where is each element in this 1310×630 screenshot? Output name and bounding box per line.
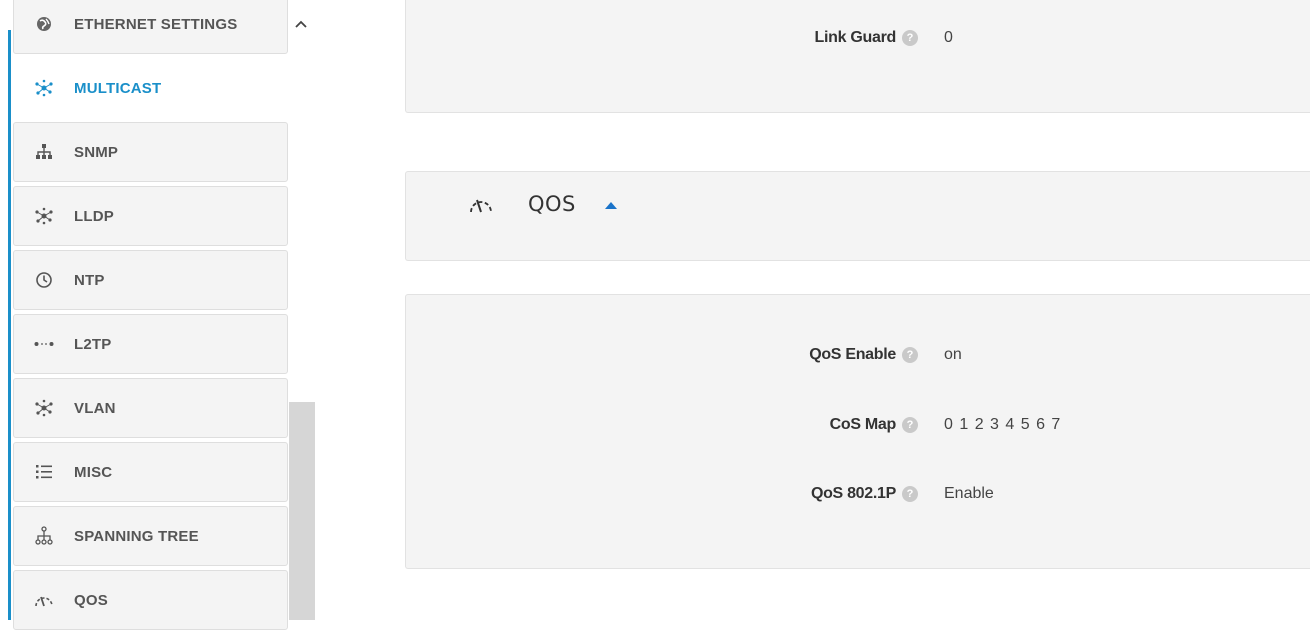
link-guard-row: Link Guard ? 0 — [406, 23, 1310, 53]
help-icon[interactable]: ? — [902, 347, 918, 363]
globe-icon — [14, 15, 74, 33]
sidebar-item-qos[interactable]: QOS — [13, 570, 288, 630]
sidebar-item-ethernet-settings[interactable]: ETHERNET SETTINGS — [13, 0, 288, 54]
qos-section-title: QOS — [528, 192, 576, 216]
sidebar-item-label: ETHERNET SETTINGS — [74, 15, 238, 33]
sidebar-item-label: L2TP — [74, 335, 112, 353]
qos-8021p-value: Enable — [944, 485, 994, 502]
sidebar-item-label: QOS — [74, 591, 108, 609]
list-icon — [14, 464, 74, 480]
qos-8021p-label: QoS 802.1P — [810, 485, 896, 502]
sidebar-item-label: NTP — [74, 271, 105, 289]
sidebar-item-label: LLDP — [74, 207, 114, 225]
sidebar-item-label: SNMP — [74, 143, 119, 161]
sidebar-item-spanning-tree[interactable]: SPANNING TREE — [13, 506, 288, 566]
help-icon[interactable]: ? — [902, 30, 918, 46]
sidebar-item-snmp[interactable]: SNMP — [13, 122, 288, 182]
sidebar-item-label: SPANNING TREE — [74, 527, 199, 545]
chevron-up-icon — [295, 15, 307, 33]
cos-map-value: 0 1 2 3 4 5 6 7 — [944, 416, 1062, 433]
qos-enable-value: on — [944, 346, 962, 363]
cos-map-label: CoS Map — [829, 416, 897, 433]
sidebar-item-label: MISC — [74, 463, 113, 481]
sitemap-icon — [14, 143, 74, 161]
gauge-icon — [468, 196, 494, 219]
qos-section-header[interactable]: QOS — [405, 171, 1310, 261]
help-icon[interactable]: ? — [902, 486, 918, 502]
link-guard-label: Link Guard — [814, 29, 897, 46]
network-hub-icon — [14, 79, 74, 97]
sidebar-item-label: MULTICAST — [74, 79, 162, 97]
cos-map-row: CoS Map ? 0 1 2 3 4 5 6 7 — [406, 410, 1310, 440]
sidebar-item-label: VLAN — [74, 399, 116, 417]
qos-enable-row: QoS Enable ? on — [406, 340, 1310, 370]
collapse-button[interactable] — [290, 10, 312, 38]
sidebar-item-misc[interactable]: MISC — [13, 442, 288, 502]
help-icon[interactable]: ? — [902, 417, 918, 433]
multicast-panel: Link Guard ? 0 — [405, 0, 1310, 113]
qos-8021p-row: QoS 802.1P ? Enable — [406, 479, 1310, 509]
network-hub-icon — [14, 207, 74, 225]
sidebar-accent-bar — [8, 30, 11, 620]
sidebar-item-ntp[interactable]: NTP — [13, 250, 288, 310]
link-guard-value: 0 — [944, 29, 953, 46]
clock-icon — [14, 271, 74, 289]
sidebar: ETHERNET SETTINGS MULTICAST SNMP LLDP NT… — [0, 0, 315, 630]
qos-enable-label: QoS Enable — [809, 346, 896, 363]
gauge-icon — [14, 593, 74, 607]
dotted-link-icon — [14, 340, 74, 348]
caret-up-icon[interactable] — [604, 197, 618, 215]
sidebar-item-multicast[interactable]: MULTICAST — [13, 58, 288, 118]
sidebar-item-lldp[interactable]: LLDP — [13, 186, 288, 246]
sidebar-item-vlan[interactable]: VLAN — [13, 378, 288, 438]
tree-icon — [14, 526, 74, 546]
sidebar-scrollbar-thumb[interactable] — [289, 402, 315, 620]
sidebar-item-l2tp[interactable]: L2TP — [13, 314, 288, 374]
qos-settings-panel: QoS Enable ? on CoS Map ? 0 1 2 3 4 5 6 … — [405, 294, 1310, 569]
network-hub-icon — [14, 399, 74, 417]
